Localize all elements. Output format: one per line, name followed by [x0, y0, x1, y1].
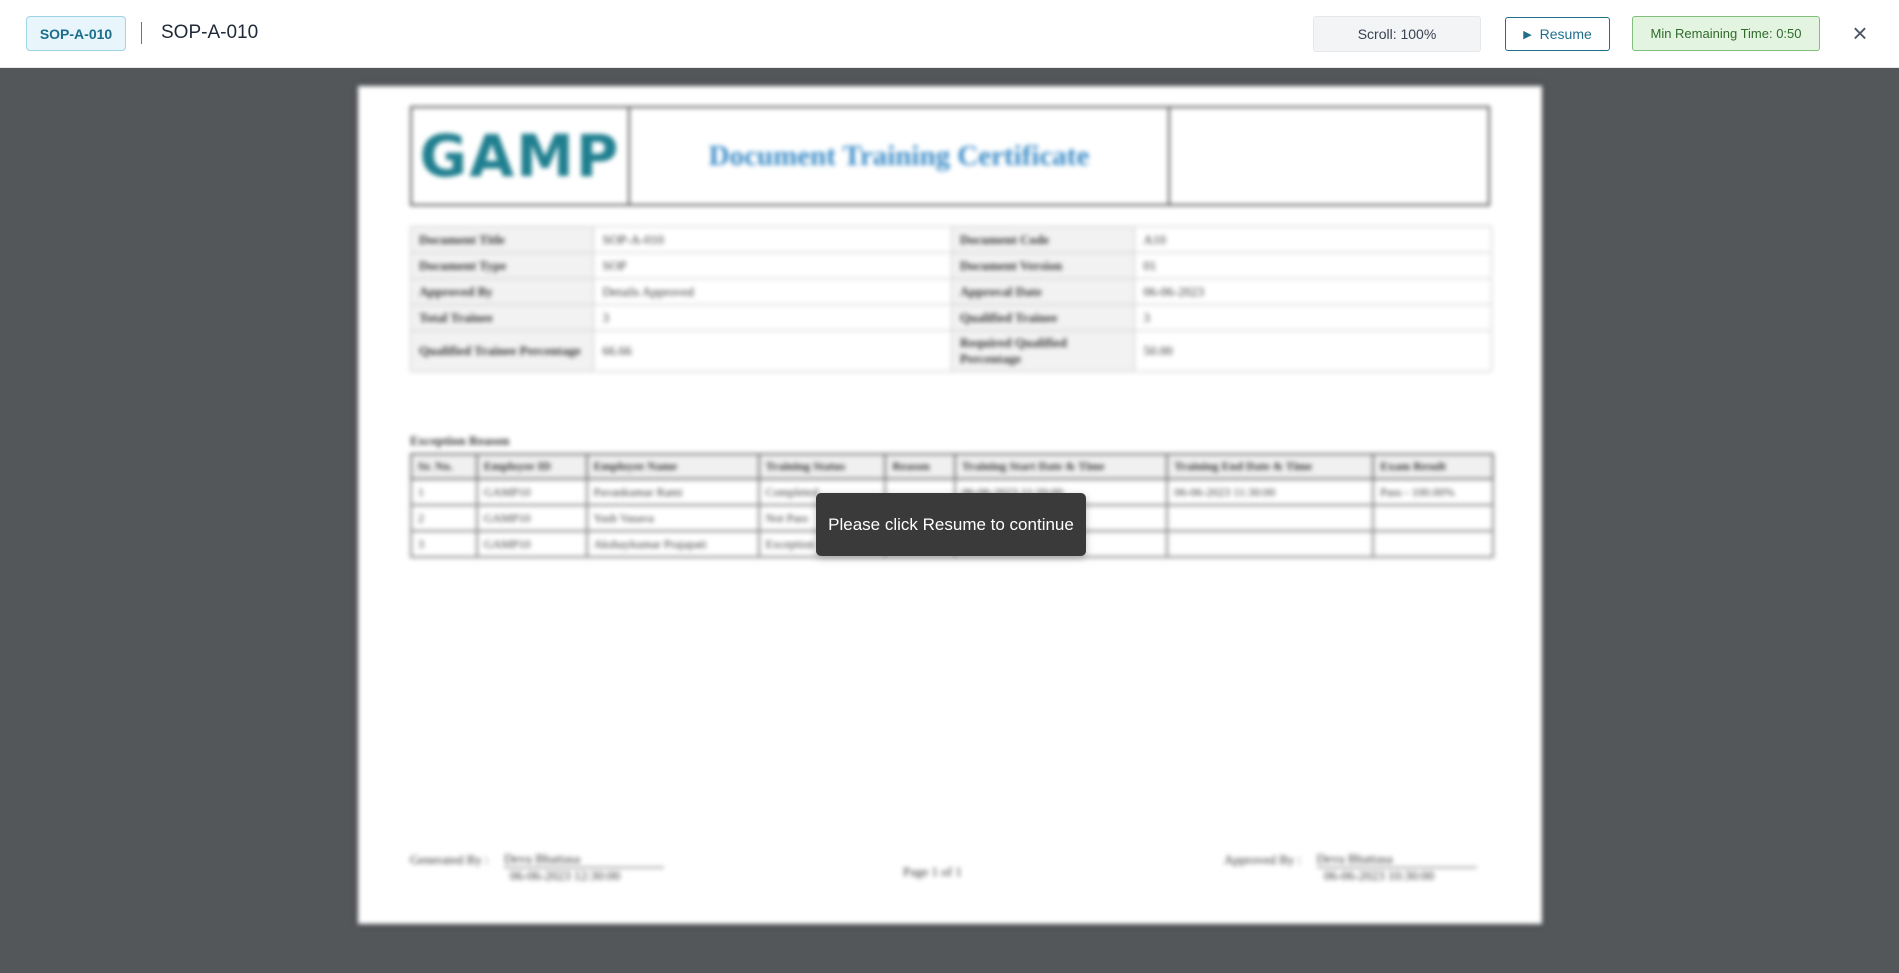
- exception-cell: GAMP10: [475, 478, 588, 506]
- scroll-progress-indicator: Scroll: 100%: [1313, 16, 1481, 52]
- exception-column-header: Employee ID: [475, 453, 588, 480]
- info-row: Qualified Trainee Percentage 66.66 Require…: [409, 330, 1492, 372]
- generated-by-signature: Generated By : Devu Bhattasa 06-06-2023 …: [410, 851, 664, 884]
- exception-cell: GAMP10: [475, 504, 588, 532]
- info-value: 06-06-2023: [1134, 278, 1492, 305]
- title-separator: [141, 22, 142, 44]
- exception-column-header: Training Start Date & Time: [953, 453, 1169, 480]
- exception-cell: GAMP10: [475, 530, 588, 558]
- info-label: Approved By: [409, 278, 595, 305]
- info-value: 50.00: [1134, 330, 1492, 372]
- approved-by-signature: Approved By : Devu Bhattasa 06-06-2023 1…: [1224, 851, 1477, 884]
- info-value: Details Approved: [593, 278, 952, 305]
- exception-cell: Pavankumar Rami: [585, 478, 760, 506]
- page-number: Page 1 of 1: [903, 864, 962, 879]
- info-label: Total Trainee: [409, 304, 595, 331]
- generated-by-date: 06-06-2023 12:30:00: [510, 868, 621, 883]
- logo-cell: GAMP: [412, 108, 630, 204]
- approved-by-label: Approved By :: [1224, 852, 1302, 867]
- info-value: 3: [1134, 304, 1492, 331]
- title-cell: Document Training Certificate: [630, 108, 1170, 204]
- exception-cell: [1372, 530, 1494, 558]
- exception-cell: 3: [410, 530, 478, 558]
- exception-cell: 2: [410, 504, 478, 532]
- info-label: Qualified Trainee: [950, 304, 1136, 331]
- info-value: 01: [1134, 252, 1492, 279]
- resume-button-label: Resume: [1539, 26, 1592, 42]
- exception-cell: [1372, 504, 1494, 532]
- info-row: Total Trainee 3 Qualified Trainee 3: [409, 304, 1492, 331]
- info-label: Document Code: [950, 226, 1136, 253]
- info-row: Approved By Details Approved Approval Date…: [409, 278, 1492, 305]
- document-code-badge: SOP-A-010: [26, 16, 126, 51]
- exception-column-header: Exam Result: [1372, 453, 1494, 480]
- certificate-title: Document Training Certificate: [708, 139, 1090, 172]
- exception-column-header: Training Status: [757, 453, 887, 480]
- info-row: Document Title SOP-A-010 Document Code A10: [409, 226, 1492, 253]
- info-label: Approval Date: [950, 278, 1136, 305]
- exception-column-header: Sr. No.: [410, 453, 478, 480]
- generated-by-name: Devu Bhattasa: [503, 851, 581, 866]
- approved-by-date: 06-06-2023 10:30:00: [1324, 868, 1435, 883]
- document-info-table: Document Title SOP-A-010 Document Code A10 D…: [409, 226, 1492, 372]
- info-label: Document Title: [409, 226, 595, 253]
- close-icon[interactable]: ×: [1846, 18, 1874, 48]
- resume-button[interactable]: ▶ Resume: [1505, 17, 1610, 51]
- info-value: SOP-A-010: [593, 226, 952, 253]
- document-title: SOP-A-010: [161, 22, 259, 43]
- approved-by-name: Devu Bhattasa: [1316, 851, 1393, 866]
- exception-cell: Akshaykumar Prajapati: [585, 530, 760, 558]
- info-row: Document Type SOP Document Version 01: [409, 252, 1492, 279]
- exception-cell: [1166, 530, 1375, 558]
- info-label: Document Type: [409, 252, 595, 279]
- info-label: Document Version: [950, 252, 1136, 279]
- viewer-header: SOP-A-010 SOP-A-010 Scroll: 100% ▶ Resum…: [0, 0, 1899, 68]
- certificate-header: GAMP Document Training Certificate: [410, 106, 1490, 206]
- exception-column-header: Training End Date & Time: [1166, 453, 1375, 480]
- exception-column-header: Reason: [884, 453, 956, 480]
- gamp-logo: GAMP: [419, 122, 621, 190]
- exception-caption: Exception Reason: [410, 433, 510, 448]
- exception-cell: Pass - 100.00%: [1372, 478, 1494, 506]
- info-value: 3: [593, 304, 952, 331]
- exception-column-header: Employee Name: [585, 453, 760, 480]
- exception-cell: [1166, 504, 1375, 532]
- min-remaining-time-badge: Min Remaining Time: 0:50: [1632, 16, 1820, 51]
- exception-cell: 06-06-2023 11:30:00: [1166, 478, 1375, 506]
- info-label: Qualified Trainee Percentage: [409, 330, 595, 372]
- exception-cell: Yash Vasava: [585, 504, 760, 532]
- resume-toast: Please click Resume to continue: [816, 493, 1086, 556]
- info-label: Required Qualified Percentage: [950, 330, 1136, 372]
- exception-cell: 1: [410, 478, 478, 506]
- play-icon: ▶: [1523, 28, 1532, 41]
- info-value: A10: [1134, 226, 1492, 253]
- info-value: SOP: [593, 252, 952, 279]
- info-value: 66.66: [593, 330, 952, 372]
- generated-by-label: Generated By :: [410, 852, 489, 867]
